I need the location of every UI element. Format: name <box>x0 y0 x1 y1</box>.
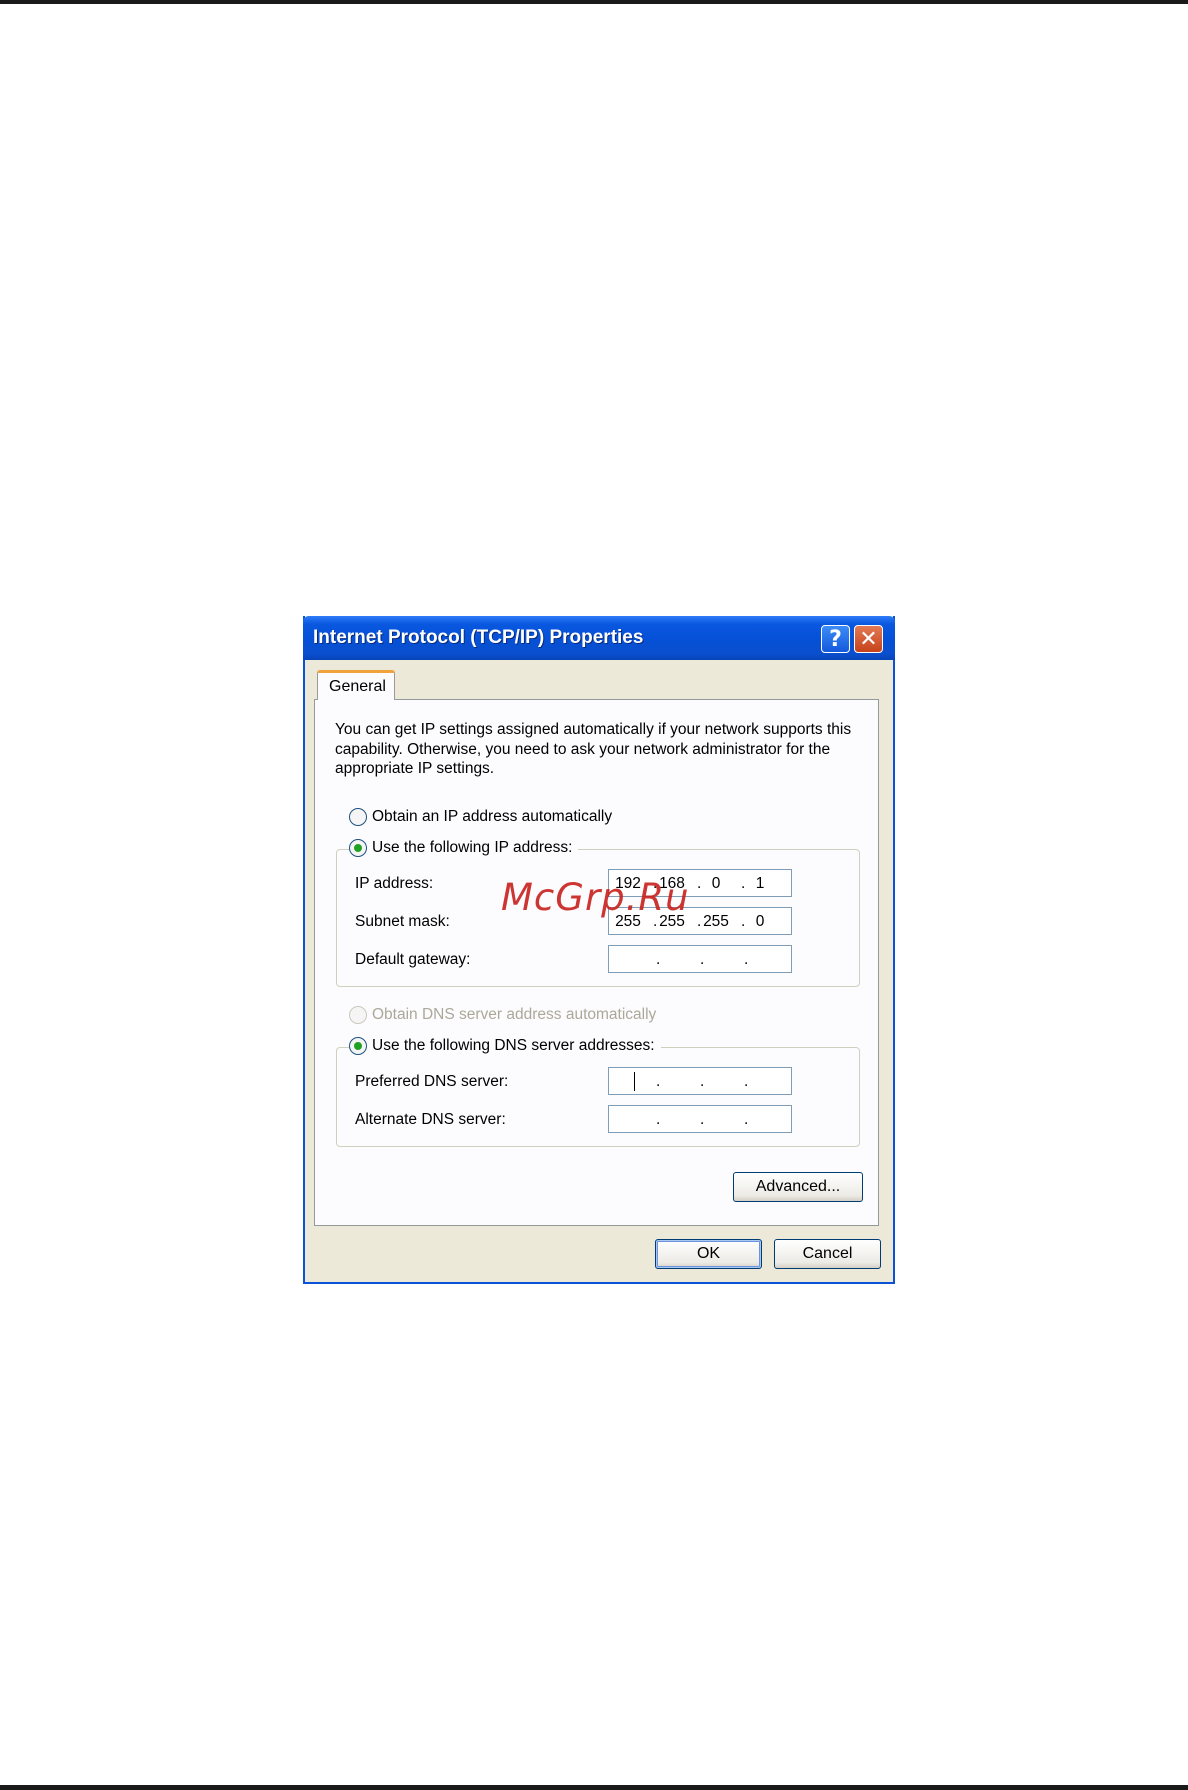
gateway-dot: . <box>700 951 705 968</box>
page-bottom-rule <box>0 1785 1188 1790</box>
ok-button[interactable]: OK <box>655 1239 762 1269</box>
use-following-dns-option[interactable]: Use the following DNS server addresses: <box>349 1037 661 1055</box>
use-following-dns-radio[interactable] <box>349 1037 367 1055</box>
use-following-dns-label: Use the following DNS server addresses: <box>372 1037 655 1054</box>
dns-dot: . <box>744 1073 749 1090</box>
subnet-mask-label: Subnet mask: <box>355 913 450 930</box>
use-following-ip-label: Use the following IP address: <box>372 839 573 856</box>
title-bar[interactable]: Internet Protocol (TCP/IP) Properties ? … <box>303 616 895 660</box>
alternate-dns-input[interactable]: . . . <box>608 1105 792 1133</box>
preferred-dns-label: Preferred DNS server: <box>355 1073 509 1090</box>
help-button[interactable]: ? <box>821 625 850 653</box>
ip-octet-1: 192 <box>615 875 641 892</box>
close-icon: ✕ <box>859 626 878 652</box>
page-top-rule <box>0 0 1188 4</box>
text-caret <box>634 1072 635 1091</box>
general-tab-panel: You can get IP settings assigned automat… <box>314 699 879 1226</box>
settings-description: You can get IP settings assigned automat… <box>335 721 852 777</box>
dns-dot: . <box>700 1111 705 1128</box>
default-gateway-label: Default gateway: <box>355 951 471 968</box>
ip-octet-2: 168 <box>659 875 685 892</box>
advanced-button[interactable]: Advanced... <box>733 1172 863 1202</box>
obtain-ip-auto-radio[interactable] <box>349 808 367 826</box>
mask-octet-4: 0 <box>755 913 765 930</box>
help-icon: ? <box>829 626 842 652</box>
preferred-dns-input[interactable]: . . . <box>608 1067 792 1095</box>
dns-dot: . <box>700 1073 705 1090</box>
mask-octet-2: 255 <box>659 913 685 930</box>
subnet-mask-input[interactable]: 255 . 255 . 255 . 0 <box>608 907 792 935</box>
gateway-dot: . <box>744 951 749 968</box>
gateway-dot: . <box>656 951 661 968</box>
dns-dot: . <box>656 1111 661 1128</box>
ip-address-input[interactable]: 192 . 168 . 0 . 1 <box>608 869 792 897</box>
mask-octet-3: 255 <box>703 913 729 930</box>
close-button[interactable]: ✕ <box>854 625 883 653</box>
cancel-button[interactable]: Cancel <box>774 1239 881 1269</box>
use-following-ip-option[interactable]: Use the following IP address: <box>349 839 579 857</box>
obtain-dns-auto-label: Obtain DNS server address automatically <box>372 1006 657 1023</box>
tab-general[interactable]: General <box>317 670 395 700</box>
obtain-dns-auto-option[interactable]: Obtain DNS server address automatically <box>349 1006 663 1024</box>
dialog-title: Internet Protocol (TCP/IP) Properties <box>313 627 644 648</box>
obtain-dns-auto-radio[interactable] <box>349 1006 367 1024</box>
ip-address-label: IP address: <box>355 875 434 892</box>
default-gateway-input[interactable]: . . . <box>608 945 792 973</box>
dns-dot: . <box>744 1111 749 1128</box>
mask-octet-1: 255 <box>615 913 641 930</box>
tcpip-properties-dialog: Internet Protocol (TCP/IP) Properties ? … <box>303 616 895 1284</box>
ip-octet-4: 1 <box>755 875 765 892</box>
dns-dot: . <box>656 1073 661 1090</box>
alternate-dns-label: Alternate DNS server: <box>355 1111 506 1128</box>
use-following-ip-radio[interactable] <box>349 839 367 857</box>
ip-octet-3: 0 <box>711 875 721 892</box>
obtain-ip-auto-option[interactable]: Obtain an IP address automatically <box>349 808 619 826</box>
obtain-ip-auto-label: Obtain an IP address automatically <box>372 808 613 825</box>
